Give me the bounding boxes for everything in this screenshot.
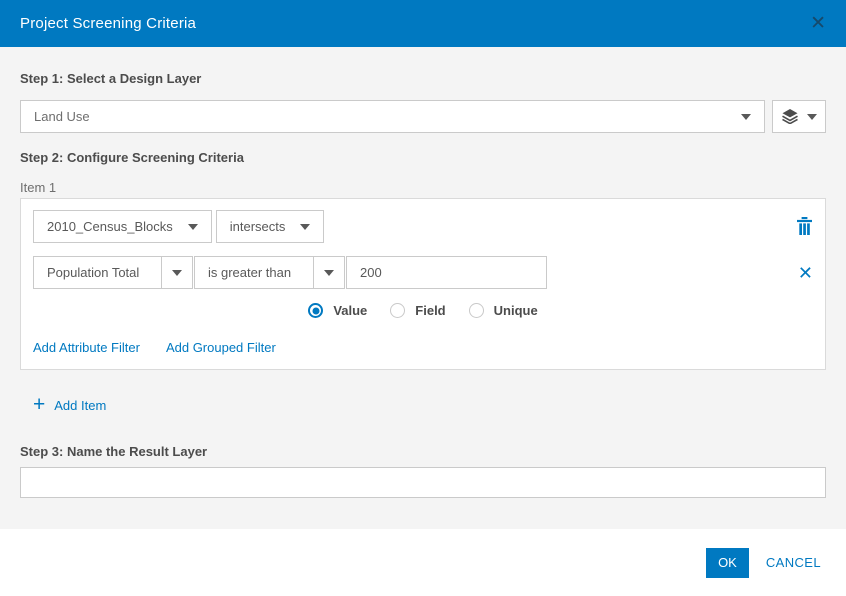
add-item-button[interactable]: + Add Item xyxy=(20,393,826,416)
layers-icon xyxy=(781,109,798,124)
screening-layer-select[interactable]: 2010_Census_Blocks xyxy=(33,210,212,243)
chevron-down-icon xyxy=(741,113,751,120)
radio-value[interactable] xyxy=(308,303,324,318)
item-label: Item 1 xyxy=(20,180,57,195)
filter-value-input[interactable] xyxy=(346,256,547,289)
step1-label: Step 1: Select a Design Layer xyxy=(20,71,202,86)
radio-unique[interactable] xyxy=(468,303,484,318)
close-x-icon: ✕ xyxy=(797,262,813,283)
dialog-header: Project Screening Criteria ✕ xyxy=(0,0,846,47)
spatial-operator-value: intersects xyxy=(229,219,286,234)
layer-options-button[interactable] xyxy=(772,100,826,133)
screening-item-card: 2010_Census_Blocks intersects Population… xyxy=(20,198,826,370)
close-icon[interactable]: ✕ xyxy=(810,14,826,33)
chevron-down-icon xyxy=(172,269,182,276)
radio-option-unique: Unique xyxy=(468,303,538,318)
radio-unique-label: Unique xyxy=(493,303,538,318)
filter-operator-select[interactable]: is greater than xyxy=(194,256,345,289)
design-layer-row: Land Use xyxy=(20,100,826,133)
add-attribute-filter-link[interactable]: Add Attribute Filter xyxy=(33,340,140,355)
step2-label: Step 2: Configure Screening Criteria xyxy=(20,150,244,165)
delete-item-button[interactable] xyxy=(796,217,813,236)
design-layer-value: Land Use xyxy=(34,109,90,124)
ok-button[interactable]: OK xyxy=(706,547,749,578)
radio-value-label: Value xyxy=(333,303,368,318)
add-grouped-filter-link[interactable]: Add Grouped Filter xyxy=(166,340,276,355)
dialog-title: Project Screening Criteria xyxy=(20,15,197,32)
screening-layer-value: 2010_Census_Blocks xyxy=(47,219,173,234)
trash-icon xyxy=(796,217,813,236)
chevron-down-icon xyxy=(806,113,817,120)
plus-icon: + xyxy=(33,393,46,416)
project-screening-criteria-dialog: Project Screening Criteria ✕ Step 1: Sel… xyxy=(0,0,846,596)
result-layer-name-input[interactable] xyxy=(20,467,826,498)
step3-label: Step 3: Name the Result Layer xyxy=(20,444,208,459)
radio-field-label: Field xyxy=(415,303,446,318)
value-type-radio-group: Value Field Unique xyxy=(33,303,813,318)
dialog-body: Step 1: Select a Design Layer Land Use S… xyxy=(0,47,846,529)
add-item-label: Add Item xyxy=(54,397,107,413)
remove-filter-button[interactable]: ✕ xyxy=(798,264,813,282)
chevron-down-icon xyxy=(300,223,311,230)
radio-field[interactable] xyxy=(390,303,406,318)
radio-option-field: Field xyxy=(390,303,446,318)
chevron-down-icon xyxy=(187,223,198,230)
filter-field-select[interactable]: Population Total xyxy=(33,256,193,289)
attribute-filter-row: Population Total is greater than ✕ xyxy=(33,256,813,289)
filter-field-value: Population Total xyxy=(47,265,140,280)
design-layer-select[interactable]: Land Use xyxy=(20,100,765,133)
filter-operator-value: is greater than xyxy=(208,265,292,280)
chevron-down-icon xyxy=(324,269,334,276)
spatial-operator-select[interactable]: intersects xyxy=(215,210,325,243)
expression-row: 2010_Census_Blocks intersects xyxy=(33,210,813,243)
filter-links-row: Add Attribute Filter Add Grouped Filter xyxy=(33,340,813,355)
radio-option-value: Value xyxy=(308,303,367,318)
cancel-button[interactable]: CANCEL xyxy=(766,555,821,570)
dialog-footer: OK CANCEL xyxy=(0,529,846,596)
